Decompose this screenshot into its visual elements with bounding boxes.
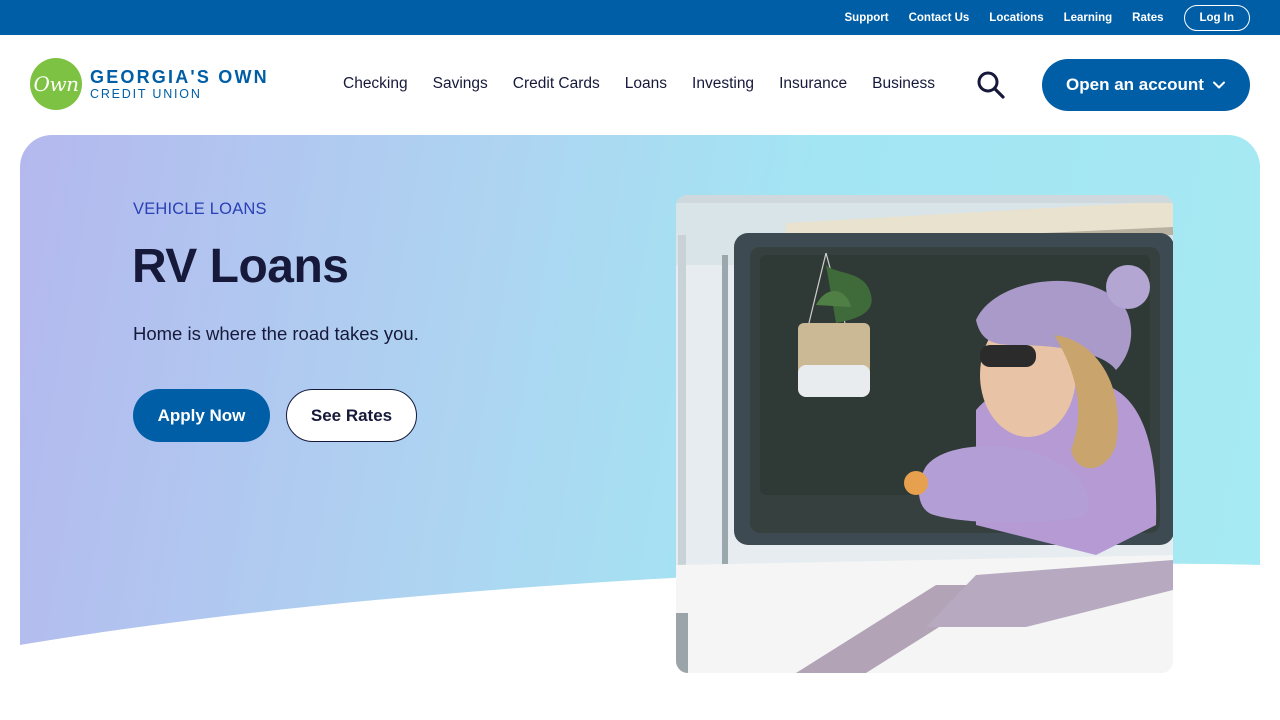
nav-item-business[interactable]: Business bbox=[872, 75, 935, 93]
logo-mark: Own bbox=[30, 58, 82, 110]
utility-links: Support Contact Us Locations Learning Ra… bbox=[825, 0, 1250, 35]
hero-eyebrow: VEHICLE LOANS bbox=[133, 200, 267, 218]
apply-now-button[interactable]: Apply Now bbox=[133, 389, 270, 442]
logo-text: GEORGIA'S OWN CREDIT UNION bbox=[90, 66, 269, 101]
nav-item-savings[interactable]: Savings bbox=[433, 75, 488, 93]
utility-bar: Support Contact Us Locations Learning Ra… bbox=[0, 0, 1280, 35]
nav-item-investing[interactable]: Investing bbox=[692, 75, 754, 93]
utility-link-learning[interactable]: Learning bbox=[1064, 12, 1113, 24]
main-nav: Checking Savings Credit Cards Loans Inve… bbox=[343, 75, 960, 93]
utility-link-locations[interactable]: Locations bbox=[989, 12, 1043, 24]
main-header: Own GEORGIA'S OWN CREDIT UNION Checking … bbox=[0, 35, 1280, 135]
nav-item-checking[interactable]: Checking bbox=[343, 75, 408, 93]
utility-link-rates[interactable]: Rates bbox=[1132, 12, 1163, 24]
nav-item-credit-cards[interactable]: Credit Cards bbox=[513, 75, 600, 93]
search-icon bbox=[977, 71, 1005, 99]
logo-mark-text: Own bbox=[33, 72, 79, 96]
logo-name: GEORGIA'S OWN bbox=[90, 66, 269, 87]
utility-link-contact-us[interactable]: Contact Us bbox=[909, 12, 970, 24]
woman-in-rv-window-illustration bbox=[676, 195, 1173, 673]
nav-item-insurance[interactable]: Insurance bbox=[779, 75, 847, 93]
open-account-button[interactable]: Open an account bbox=[1042, 59, 1250, 111]
utility-link-support[interactable]: Support bbox=[845, 12, 889, 24]
open-account-label: Open an account bbox=[1066, 75, 1204, 94]
hero-title: RV Loans bbox=[132, 240, 349, 293]
search-button[interactable] bbox=[974, 71, 1010, 99]
chevron-down-icon bbox=[1212, 81, 1225, 89]
logo[interactable]: Own GEORGIA'S OWN CREDIT UNION bbox=[30, 58, 269, 110]
logo-subtitle: CREDIT UNION bbox=[90, 86, 202, 101]
hero-subtitle: Home is where the road takes you. bbox=[133, 323, 419, 344]
nav-item-loans[interactable]: Loans bbox=[625, 75, 667, 93]
see-rates-button[interactable]: See Rates bbox=[286, 389, 417, 442]
hero-image bbox=[676, 195, 1173, 673]
login-button[interactable]: Log In bbox=[1183, 4, 1250, 31]
